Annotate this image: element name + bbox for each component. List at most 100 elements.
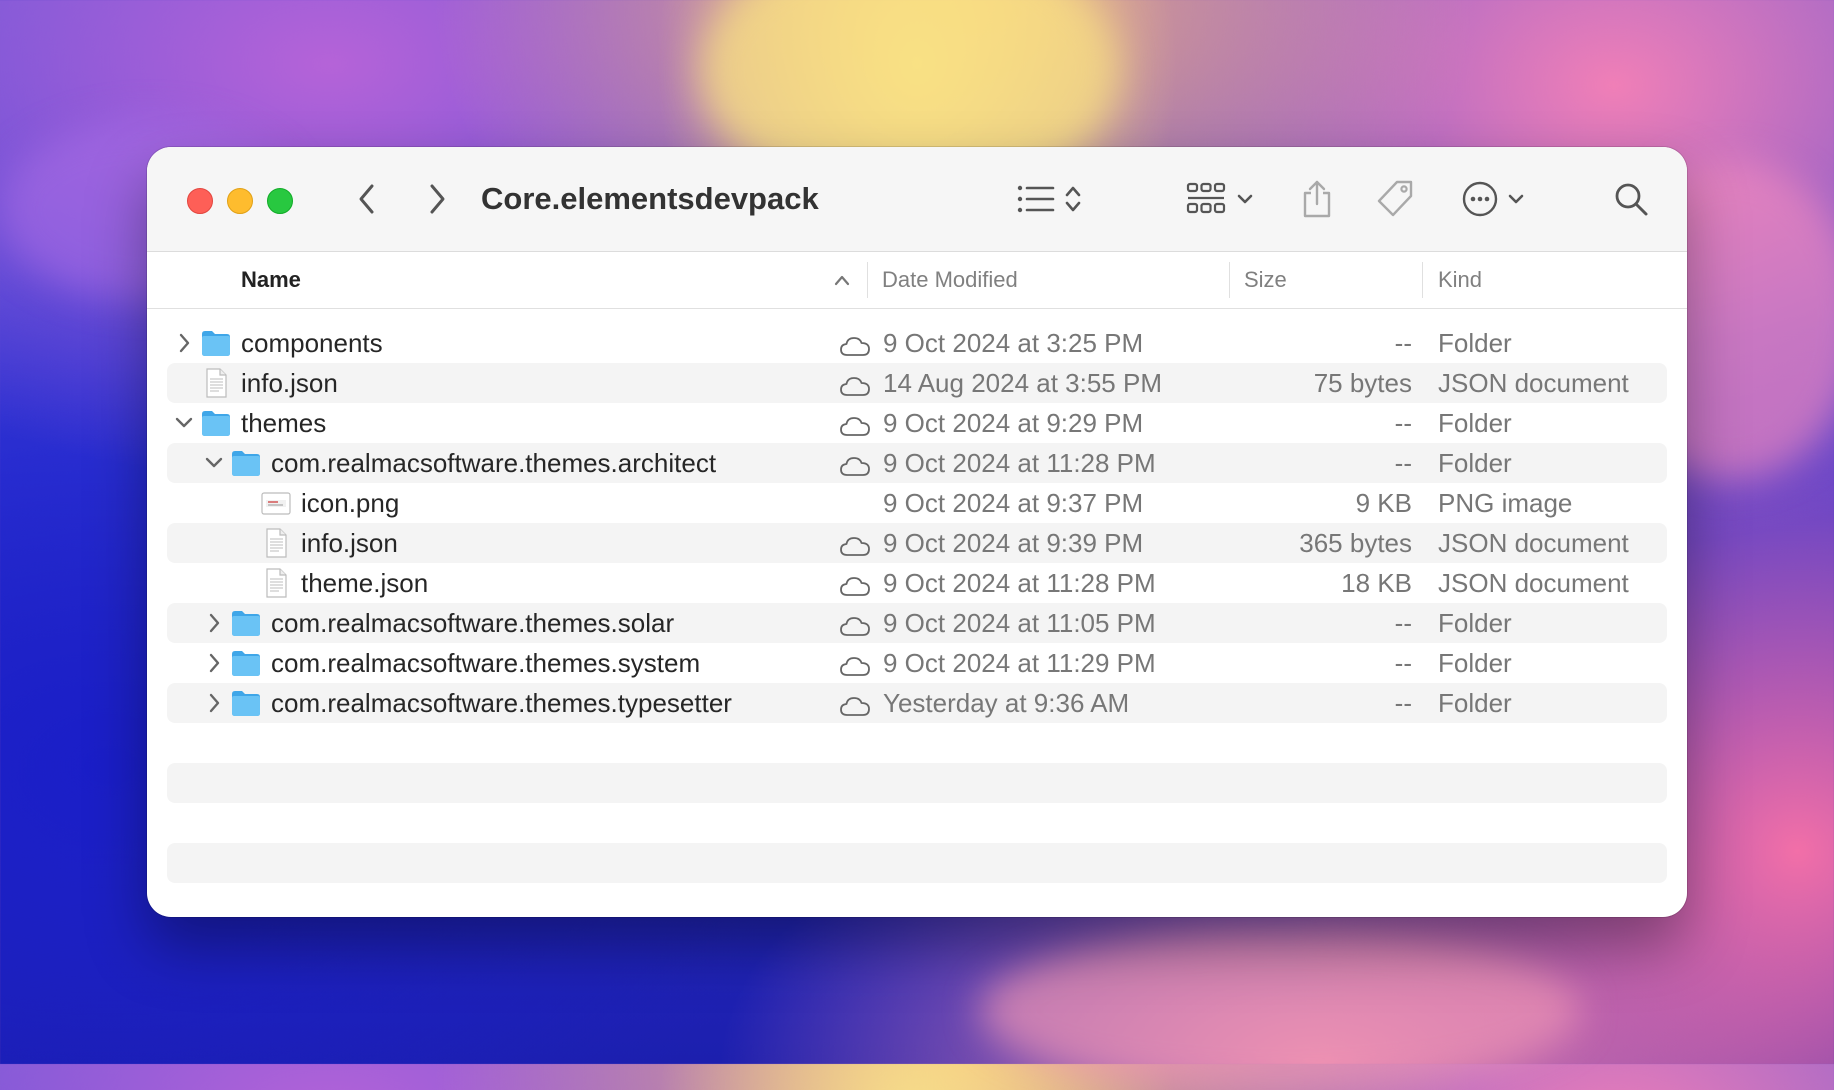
file-row[interactable]: components 9 Oct 2024 at 3:25 PM -- Folder (167, 323, 1667, 363)
disclosure-expanded-icon[interactable] (175, 411, 193, 435)
file-row[interactable]: com.realmacsoftware.themes.solar 9 Oct 20… (167, 603, 1667, 643)
disclosure-expanded-icon[interactable] (205, 451, 223, 475)
close-window-button[interactable] (187, 188, 213, 214)
empty-row (167, 763, 1667, 803)
empty-row (167, 723, 1667, 763)
file-size: -- (1394, 608, 1412, 638)
file-row[interactable]: icon.png 9 Oct 2024 at 9:37 PM 9 KB PNG ima… (167, 483, 1667, 523)
wallpaper-streak (980, 930, 1580, 1090)
file-row[interactable]: info.json 9 Oct 2024 at 9:39 PM 365 bytes J… (167, 523, 1667, 563)
chevron-down-icon (1237, 194, 1253, 204)
file-name: icon.png (301, 488, 400, 518)
grid-group-icon (1186, 182, 1226, 214)
file-row[interactable]: com.realmacsoftware.themes.architect 9 Oc… (167, 443, 1667, 483)
file-date-modified: 9 Oct 2024 at 3:25 PM (883, 328, 1144, 358)
icloud-icon[interactable] (839, 333, 871, 356)
file-date-modified: 14 Aug 2024 at 3:55 PM (883, 368, 1162, 398)
chevron-down-icon (1508, 194, 1524, 204)
file-date-modified: 9 Oct 2024 at 9:37 PM (883, 488, 1144, 518)
up-down-chevron-icon (1065, 186, 1081, 212)
view-options-button[interactable] (1009, 177, 1089, 221)
folder-icon (231, 688, 261, 718)
tag-button[interactable] (1371, 177, 1419, 221)
document-icon (201, 368, 231, 398)
icloud-icon[interactable] (839, 613, 871, 636)
document-icon (261, 528, 291, 558)
file-kind: JSON document (1438, 528, 1629, 558)
search-icon (1615, 183, 1648, 216)
folder-icon (231, 648, 261, 678)
file-date-modified: 9 Oct 2024 at 11:05 PM (883, 608, 1156, 638)
file-kind: Folder (1438, 408, 1512, 438)
file-size: -- (1394, 688, 1412, 718)
window-title: Core.elementsdevpack (481, 181, 819, 216)
folder-icon (201, 408, 231, 438)
column-separator[interactable] (1229, 262, 1230, 298)
icloud-icon[interactable] (839, 533, 871, 556)
sort-ascending-icon (834, 275, 850, 286)
column-separator[interactable] (1422, 262, 1423, 298)
file-row[interactable]: info.json 14 Aug 2024 at 3:55 PM 75 bytes J… (167, 363, 1667, 403)
share-icon (1303, 180, 1331, 218)
empty-row (167, 803, 1667, 843)
chevron-left-icon (359, 184, 374, 214)
file-name: com.realmacsoftware.themes.system (271, 648, 701, 678)
icloud-icon[interactable] (839, 373, 871, 396)
empty-row (167, 843, 1667, 883)
toolbar: Core.elementsdevpack (147, 147, 1687, 252)
file-size: 365 bytes (1299, 528, 1412, 558)
file-name: info.json (301, 528, 398, 558)
icloud-icon[interactable] (839, 573, 871, 596)
column-separator[interactable] (867, 262, 868, 298)
file-name: com.realmacsoftware.themes.architect (271, 448, 717, 478)
file-row[interactable]: com.realmacsoftware.themes.system 9 Oct 2… (167, 643, 1667, 683)
file-kind: JSON document (1438, 368, 1629, 398)
search-button[interactable] (1609, 177, 1653, 221)
folder-icon (201, 328, 231, 358)
file-kind: PNG image (1438, 488, 1573, 518)
file-size: 9 KB (1355, 488, 1412, 518)
file-date-modified: 9 Oct 2024 at 9:29 PM (883, 408, 1144, 438)
file-kind: Folder (1438, 688, 1512, 718)
finder-window: Core.elementsdevpack Name Date Modified … (147, 147, 1687, 917)
file-name: themes (241, 408, 327, 438)
ellipsis-circle-icon (1462, 181, 1498, 217)
disclosure-collapsed-icon[interactable] (205, 611, 223, 635)
disclosure-collapsed-icon[interactable] (205, 691, 223, 715)
file-name: info.json (241, 368, 338, 398)
tag-icon (1377, 180, 1413, 217)
zoom-window-button[interactable] (267, 188, 293, 214)
file-kind: Folder (1438, 448, 1512, 478)
file-row[interactable]: themes 9 Oct 2024 at 9:29 PM -- Folder (167, 403, 1667, 443)
file-row[interactable]: theme.json 9 Oct 2024 at 11:28 PM 18 KB JSO… (167, 563, 1667, 603)
file-name: com.realmacsoftware.themes.solar (271, 608, 675, 638)
column-header-size[interactable]: Size (1244, 252, 1287, 308)
share-button[interactable] (1295, 177, 1339, 221)
file-date-modified: Yesterday at 9:36 AM (883, 688, 1130, 718)
file-size: -- (1394, 328, 1412, 358)
file-name: com.realmacsoftware.themes.typesetter (271, 688, 732, 718)
column-header-name[interactable]: Name (241, 252, 301, 308)
file-row[interactable]: com.realmacsoftware.themes.typesetter Yes… (167, 683, 1667, 723)
column-header-kind[interactable]: Kind (1438, 252, 1482, 308)
file-kind: Folder (1438, 608, 1512, 638)
file-kind: Folder (1438, 328, 1512, 358)
file-date-modified: 9 Oct 2024 at 9:39 PM (883, 528, 1144, 558)
group-button[interactable] (1177, 177, 1263, 221)
disclosure-collapsed-icon[interactable] (175, 331, 193, 355)
icloud-icon[interactable] (839, 653, 871, 676)
forward-button[interactable] (415, 177, 459, 221)
icloud-icon[interactable] (839, 413, 871, 436)
disclosure-collapsed-icon[interactable] (205, 651, 223, 675)
more-actions-button[interactable] (1453, 177, 1533, 221)
file-list: components 9 Oct 2024 at 3:25 PM -- Folder i… (167, 323, 1667, 883)
file-size: 18 KB (1341, 568, 1412, 598)
column-header: Name Date Modified Size Kind (147, 252, 1687, 309)
file-size: 75 bytes (1313, 368, 1412, 398)
file-kind: JSON document (1438, 568, 1629, 598)
icloud-icon[interactable] (839, 693, 871, 716)
column-header-date[interactable]: Date Modified (882, 252, 1018, 308)
minimize-window-button[interactable] (227, 188, 253, 214)
icloud-icon[interactable] (839, 453, 871, 476)
back-button[interactable] (345, 177, 389, 221)
